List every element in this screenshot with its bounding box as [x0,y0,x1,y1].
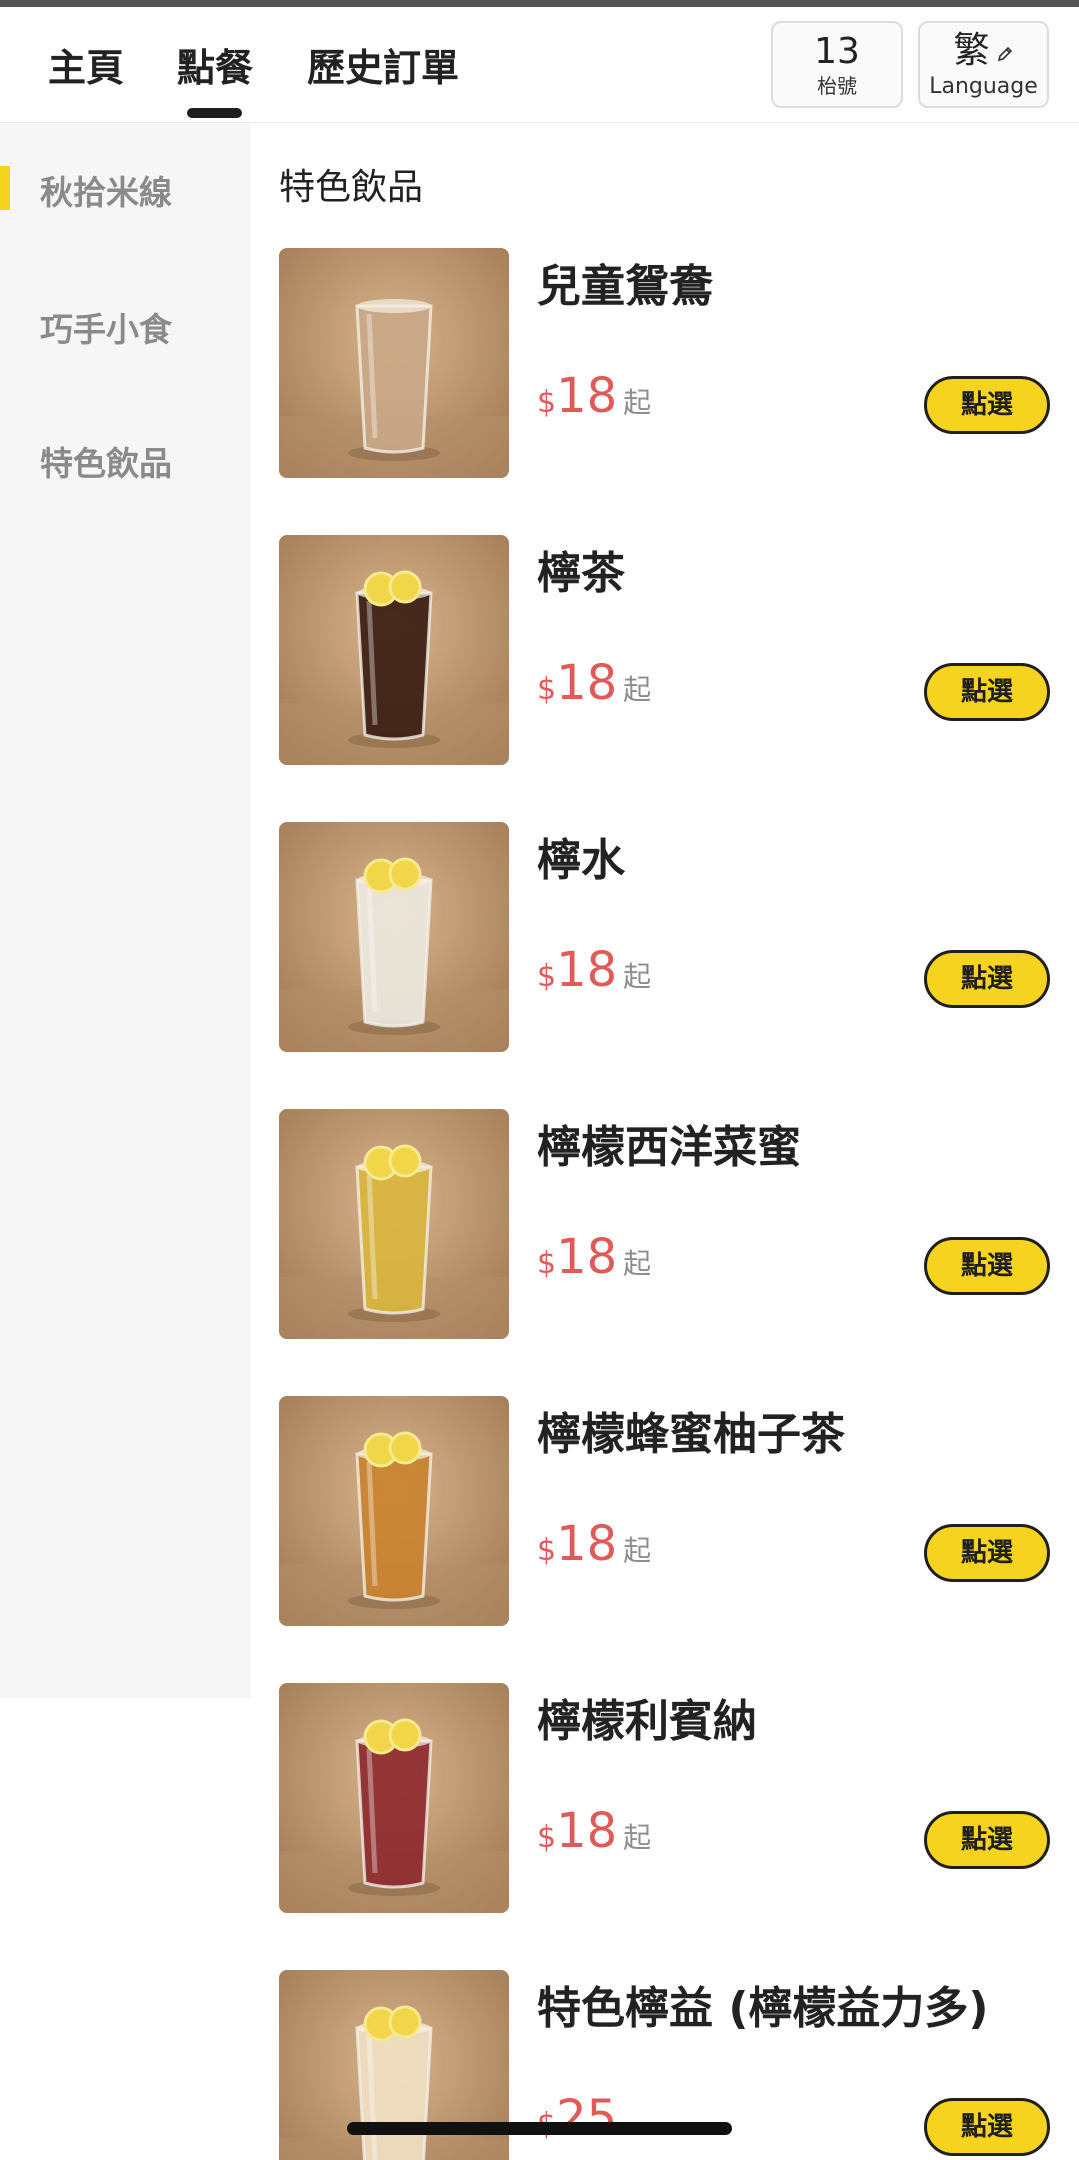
select-item-button[interactable]: 點選 [924,950,1050,1008]
price-amount: 25 [556,2090,618,2146]
tab-home[interactable]: 主頁 [48,37,124,92]
language-current-text: 繁 [953,30,990,71]
select-item-button[interactable]: 點選 [924,1811,1050,1869]
price-amount: 18 [556,1229,618,1285]
price-currency: $ [537,1246,557,1281]
price-amount: 18 [556,655,618,711]
select-item-button[interactable]: 點選 [924,663,1050,721]
drink-photo[interactable] [279,1109,509,1339]
drink-photo[interactable] [279,1683,509,1913]
drink-photo[interactable] [279,248,509,478]
select-item-button[interactable]: 點選 [924,2098,1050,2156]
price-currency: $ [537,959,557,994]
sidebar-item-rice-noodle[interactable]: 秋拾米線 [40,166,172,214]
pencil-icon [996,30,1014,74]
menu-item-price: $25 [537,2090,623,2146]
price-from-label: 起 [623,1821,652,1854]
home-indicator [347,2122,732,2135]
price-from-label: 起 [623,1247,652,1280]
menu-item-price: $18 起 [537,1516,651,1572]
menu-item-price: $18 起 [537,368,651,424]
active-tab-indicator [187,108,242,118]
sidebar-item-snacks[interactable]: 巧手小食 [40,303,172,351]
table-number-label: 枱號 [817,74,857,98]
menu-item-name[interactable]: 檸檬利賓納 [537,1685,757,1749]
language-button[interactable]: 繁 Language [918,21,1049,108]
category-sidebar: 秋拾米線 巧手小食 特色飲品 [0,124,250,1698]
menu-item-name[interactable]: 檸檬西洋菜蜜 [537,1111,801,1175]
drink-photo[interactable] [279,1396,509,1626]
table-number: 13 [814,31,860,72]
menu-item-name[interactable]: 檸茶 [537,537,625,601]
price-from-label: 起 [623,673,652,706]
section-title: 特色飲品 [279,167,424,208]
sidebar-item-drinks[interactable]: 特色飲品 [40,437,172,485]
price-currency: $ [537,672,557,707]
menu-item-price: $18 起 [537,1229,651,1285]
select-item-button[interactable]: 點選 [924,1237,1050,1295]
menu-item-name[interactable]: 兒童鴛鴦 [537,250,713,314]
price-amount: 18 [556,368,618,424]
select-item-button[interactable]: 點選 [924,376,1050,434]
menu-item-price: $18 起 [537,1803,651,1859]
menu-item-name[interactable]: 檸檬蜂蜜柚子茶 [537,1398,845,1462]
price-currency: $ [537,1820,557,1855]
price-amount: 18 [556,942,618,998]
table-number-box[interactable]: 13 枱號 [771,21,903,108]
active-category-indicator [0,166,10,210]
price-amount: 18 [556,1803,618,1859]
menu-item-name[interactable]: 檸水 [537,824,625,888]
drink-photo[interactable] [279,535,509,765]
status-bar-strip [0,0,1079,7]
menu-item-price: $18 起 [537,655,651,711]
tab-order[interactable]: 點餐 [177,37,253,92]
language-current: 繁 [920,29,1047,74]
price-from-label: 起 [623,386,652,419]
tab-order-history[interactable]: 歷史訂單 [307,37,459,92]
select-item-button[interactable]: 點選 [924,1524,1050,1582]
menu-item-name[interactable]: 特色檸益 (檸檬益力多) [537,1972,989,2036]
language-label: Language [929,74,1038,99]
top-nav-bar: 主頁 點餐 歷史訂單 13 枱號 繁 Language [0,7,1079,123]
menu-item-price: $18 起 [537,942,651,998]
drink-photo[interactable] [279,822,509,1052]
price-currency: $ [537,1533,557,1568]
price-amount: 18 [556,1516,618,1572]
price-currency: $ [537,385,557,420]
price-from-label: 起 [623,960,652,993]
price-from-label: 起 [623,1534,652,1567]
